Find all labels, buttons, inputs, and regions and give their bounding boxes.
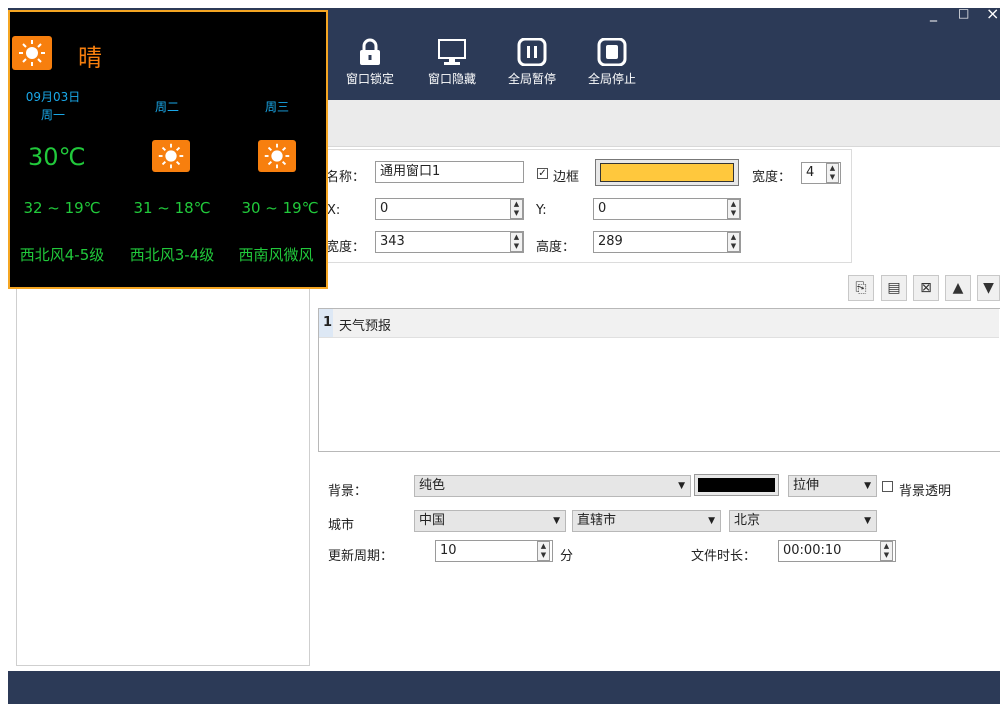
update-period-label: 更新周期： [328,549,394,564]
sun-icon [258,140,296,172]
y-input[interactable]: 0 [593,198,741,220]
y-label: Y: [536,203,547,218]
sun-icon [12,36,52,70]
name-input[interactable]: 通用窗口1 [375,161,524,183]
border-width-spinner[interactable]: ▲ ▼ [826,163,839,183]
row-index: 1 [323,315,333,330]
status-bar [8,671,1000,704]
sun-icon [152,140,190,172]
toolbar-label: 窗口锁定 [345,72,394,86]
move-up-icon[interactable]: ▲ [945,275,971,301]
background-mode-select[interactable]: 纯色 ▼ [414,475,691,497]
weather-condition: 晴 [78,44,102,72]
city-label: 城市 [328,518,355,533]
toolbar-label: 全局暂停 [507,72,556,86]
x-spinner[interactable]: ▲ ▼ [510,199,523,219]
city-select[interactable]: 北京 ▼ [729,510,877,532]
delete-icon[interactable]: ⊠ [913,275,939,301]
duration-label: 文件时长： [691,549,757,564]
weather-date: 09月03日 [25,90,81,104]
update-period-unit: 分 [560,549,574,564]
height-spinner[interactable]: ▲ ▼ [727,232,740,252]
border-checkbox[interactable]: ✓ [537,168,548,179]
wind-3: 西南风微风 [238,246,314,264]
current-temperature: 30℃ [28,143,86,171]
temp-range-2: 31 ~ 18℃ [133,199,211,217]
duration-input[interactable]: 00:00:10 [778,540,896,562]
minimize-button[interactable]: _ [930,6,937,22]
border-color-picker[interactable] [595,159,739,186]
program-list: 1 天气预报 [318,308,1000,452]
window-hide-button[interactable]: 窗口隐藏 [417,38,487,94]
copy-icon[interactable]: ⎘ [848,275,874,301]
global-pause-button[interactable]: 全局暂停 [497,38,567,94]
update-period-spinner[interactable]: ▲ ▼ [537,541,550,561]
width-input[interactable]: 343 [375,231,524,253]
width-spinner[interactable]: ▲ ▼ [510,232,523,252]
province-select[interactable]: 直辖市 ▼ [572,510,721,532]
background-label: 背景： [328,484,368,499]
stretch-select[interactable]: 拉伸 ▼ [788,475,877,497]
background-color-picker[interactable] [694,474,779,496]
paste-icon[interactable]: ▤ [881,275,907,301]
stop-icon [597,38,627,66]
y-spinner[interactable]: ▲ ▼ [727,199,740,219]
weather-widget[interactable]: 晴 09月03日 周一 周二 周三 30℃ 32 ~ 19℃ 31 ~ 18℃ … [8,10,328,289]
border-label: 边框 [553,170,580,185]
border-color-swatch [600,163,734,182]
close-button[interactable]: × [986,4,999,23]
duration-spinner[interactable]: ▲ ▼ [880,541,893,561]
weather-day-1: 周一 [40,108,65,122]
country-select[interactable]: 中国 ▼ [414,510,566,532]
temp-range-1: 32 ~ 19℃ [23,199,101,217]
toolbar-label: 窗口隐藏 [427,72,476,86]
height-label: 高度： [536,240,576,255]
move-down-icon[interactable]: ▼ [977,275,1000,301]
wind-2: 西北风3-4级 [129,246,215,264]
update-period-input[interactable]: 10 [435,540,553,562]
width-label: 宽度： [326,240,366,255]
row-name: 天气预报 [339,319,392,334]
global-stop-button[interactable]: 全局停止 [577,38,647,94]
weather-day-3: 周三 [264,100,289,114]
pause-icon [517,38,547,66]
maximize-button[interactable]: □ [958,6,969,20]
list-item[interactable] [319,309,999,338]
temp-range-3: 30 ~ 19℃ [241,199,319,217]
wind-1: 西北风4-5级 [19,246,105,264]
x-input[interactable]: 0 [375,198,524,220]
transparent-checkbox[interactable] [882,481,893,492]
name-label: 名称： [326,170,366,185]
background-color-swatch [698,478,775,492]
lock-icon [360,38,380,65]
height-input[interactable]: 289 [593,231,741,253]
weather-day-2: 周二 [154,100,179,114]
border-width-label: 宽度： [752,170,792,185]
window-lock-button[interactable]: 窗口锁定 [335,38,405,94]
monitor-icon [438,39,466,65]
toolbar-label: 全局停止 [587,72,636,86]
preview-panel [16,286,310,666]
transparent-label: 背景透明 [899,484,952,499]
